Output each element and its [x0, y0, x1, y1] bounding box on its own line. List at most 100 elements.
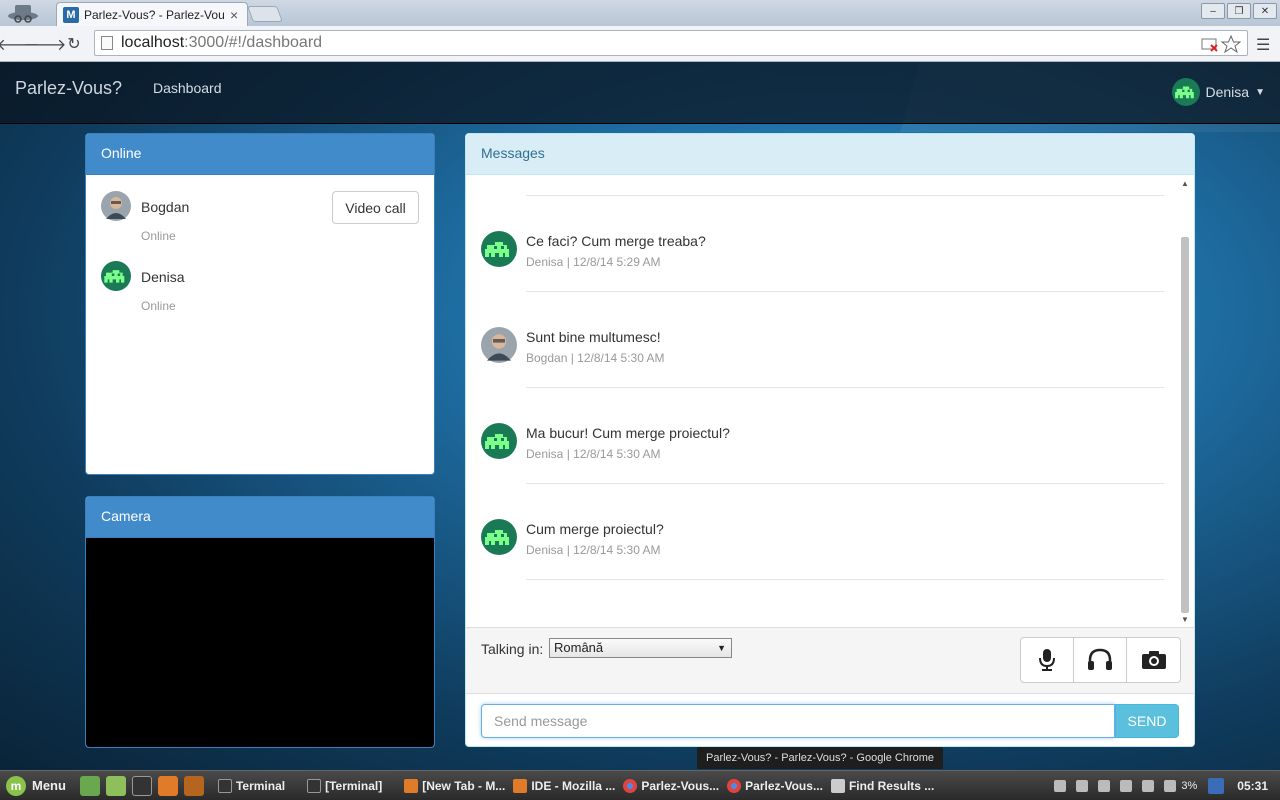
taskbar-item-find-results[interactable]: Find Results ... [830, 778, 935, 793]
minimize-button[interactable]: – [1201, 3, 1225, 19]
new-tab-button[interactable] [247, 6, 283, 22]
user-icon[interactable] [1054, 780, 1067, 792]
url-path: :3000/#!/dashboard [184, 34, 323, 51]
chrome-icon [623, 778, 638, 793]
system-tray: 3% 05:31 [1049, 771, 1280, 800]
user-menu[interactable]: Denisa ▼ [1171, 78, 1265, 106]
taskbar-item-label: Parlez-Vous... [745, 778, 823, 793]
clock[interactable]: 05:31 [1237, 779, 1268, 793]
address-bar[interactable]: localhost :3000/#!/dashboard [94, 30, 1248, 56]
bluetooth-icon[interactable] [1098, 780, 1111, 792]
shield-icon[interactable] [1208, 778, 1225, 794]
taskbar-item-ide[interactable]: IDE - Mozilla ... [513, 778, 616, 793]
camera-panel-title: Camera [86, 497, 434, 538]
video-call-button[interactable]: Video call [332, 191, 419, 224]
incognito-icon [8, 5, 38, 23]
tab-close-icon[interactable]: × [230, 7, 238, 23]
selected-language: Română [554, 640, 604, 655]
message-text: Sunt bine multumesc! [526, 329, 661, 345]
clipboard-icon[interactable] [1076, 780, 1089, 792]
firefox-icon [513, 778, 528, 793]
taskbar-item-chrome-2[interactable]: Parlez-Vous... [727, 778, 823, 793]
start-menu-button[interactable]: m Menu [6, 775, 66, 796]
taskbar-item-terminal-2[interactable]: [Terminal] [307, 778, 382, 793]
denisa-avatar [101, 261, 131, 291]
user-avatar-icon [1171, 78, 1200, 106]
bookmark-star-icon[interactable] [1201, 34, 1242, 56]
menu-label: Menu [32, 778, 66, 793]
message-controls: Talking in: Română ▼ [466, 627, 1194, 693]
tab-title: Parlez-Vous? - Parlez-Vou [84, 7, 224, 22]
battery-percent: 3% [1181, 780, 1198, 792]
browser-tabstrip: M Parlez-Vous? - Parlez-Vou × – ❐ ✕ [0, 0, 1280, 26]
send-message-input[interactable] [481, 704, 1115, 738]
dropdown-arrow-icon: ▼ [717, 643, 726, 653]
desktop-launcher-icon[interactable] [79, 775, 100, 796]
taskbar: m Menu Terminal [Terminal] [New Tab - M.… [0, 770, 1280, 800]
scrollbar-thumb[interactable] [1181, 237, 1189, 613]
volume-icon[interactable] [1142, 780, 1155, 792]
scroll-up-icon[interactable]: ▲ [1180, 179, 1190, 189]
taskbar-item-label: [New Tab - M... [422, 778, 506, 793]
app-container: Parlez-Vous? Dashboard Denisa ▼ Online B… [0, 62, 1280, 770]
forward-icon[interactable]: 🡒 [24, 34, 67, 54]
camera-panel: Camera [85, 496, 435, 748]
url-host: localhost [121, 34, 185, 51]
bogdan-avatar [481, 327, 517, 363]
message-divider [526, 579, 1164, 580]
messages-panel: Messages Ce faci? Cum merge treaba? Deni… [465, 133, 1195, 747]
dashboard-link[interactable]: Dashboard [153, 80, 222, 96]
camera-icon [1141, 651, 1166, 669]
message-meta: Denisa | 12/8/14 5:30 AM [526, 543, 661, 557]
media-button-group [1020, 637, 1181, 683]
language-select[interactable]: Română ▼ [549, 638, 732, 658]
app-favicon-icon: M [63, 6, 79, 23]
scroll-down-icon[interactable]: ▼ [1180, 615, 1190, 625]
terminal-icon [217, 778, 232, 793]
camera-video-feed [86, 538, 434, 747]
maximize-button[interactable]: ❐ [1227, 3, 1251, 19]
contact-name: Bogdan [141, 199, 190, 215]
headphones-button[interactable] [1074, 638, 1127, 682]
taskbar-item-label: Find Results ... [848, 778, 935, 793]
files-launcher-icon[interactable] [105, 775, 126, 796]
taskbar-item-new-tab[interactable]: [New Tab - M... [404, 778, 506, 793]
message-divider [526, 483, 1164, 484]
online-panel: Online Bogdan Online Video call Denisa O… [85, 133, 435, 475]
chrome-menu-icon[interactable]: ☰ [1256, 35, 1270, 55]
camera-button[interactable] [1127, 638, 1180, 682]
chevron-down-icon: ▼ [1255, 86, 1265, 98]
talking-in-label: Talking in: [481, 641, 544, 657]
browser-tab[interactable]: M Parlez-Vous? - Parlez-Vou × [56, 2, 248, 26]
taskbar-item-label: Terminal [235, 778, 286, 793]
denisa-avatar [481, 519, 517, 555]
document-icon [830, 778, 845, 793]
message-meta: Denisa | 12/8/14 5:29 AM [526, 255, 661, 269]
reload-icon[interactable]: ↻ [64, 34, 84, 54]
message-meta: Bogdan | 12/8/14 5:30 AM [526, 351, 665, 365]
wifi-icon[interactable] [1120, 780, 1133, 792]
taskbar-item-label: IDE - Mozilla ... [531, 778, 616, 793]
message-text: Ce faci? Cum merge treaba? [526, 233, 706, 249]
taskbar-item-chrome-1[interactable]: Parlez-Vous... [623, 778, 719, 793]
contact-status: Online [141, 299, 176, 313]
message-scrollbar[interactable]: ▲ ▼ [1180, 179, 1190, 625]
microphone-button[interactable] [1021, 638, 1074, 682]
battery-icon[interactable] [1164, 780, 1177, 792]
message-text: Cum merge proiectul? [526, 521, 664, 537]
terminal-launcher-icon[interactable] [131, 775, 152, 796]
taskbar-tooltip: Parlez-Vous? - Parlez-Vous? - Google Chr… [697, 747, 944, 769]
message-text: Ma bucur! Cum merge proiectul? [526, 425, 730, 441]
message-list[interactable]: Ce faci? Cum merge treaba? Denisa | 12/8… [466, 175, 1194, 627]
close-window-button[interactable]: ✕ [1253, 3, 1277, 19]
headphones-icon [1088, 648, 1112, 670]
message-divider [526, 291, 1164, 292]
brand-logo[interactable]: Parlez-Vous? [15, 78, 122, 99]
messages-panel-title: Messages [466, 134, 1194, 175]
send-button[interactable]: SEND [1115, 704, 1179, 738]
sublime-launcher-icon[interactable] [183, 775, 204, 796]
contact-name: Denisa [141, 269, 185, 285]
firefox-launcher-icon[interactable] [157, 775, 178, 796]
terminal-icon [307, 778, 322, 793]
taskbar-item-terminal[interactable]: Terminal [217, 778, 286, 793]
